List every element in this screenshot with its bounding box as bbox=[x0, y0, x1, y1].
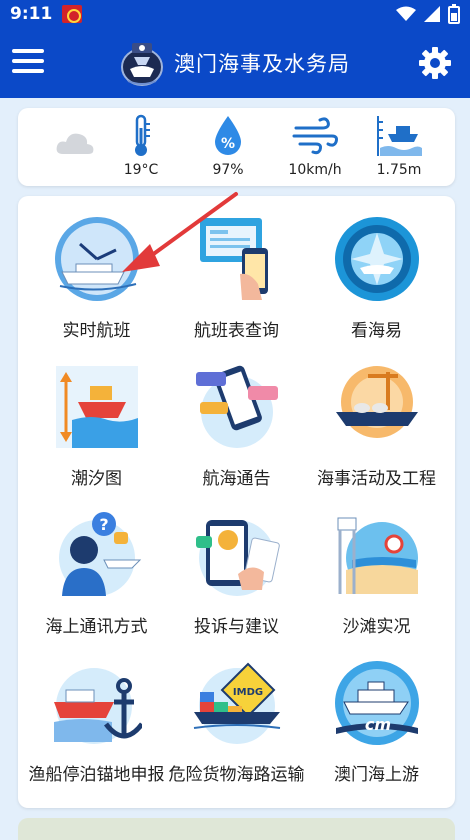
construction-vessel-icon bbox=[335, 366, 418, 438]
tile-label: 投诉与建议 bbox=[194, 617, 279, 637]
weather-tide: 1.75m bbox=[364, 114, 434, 178]
tile-label: 澳门海上游 bbox=[334, 765, 419, 785]
svg-text:%: % bbox=[221, 136, 235, 152]
tile-label: 航班表查询 bbox=[194, 321, 279, 341]
weather-humidity: % 97% bbox=[193, 114, 263, 178]
camera-lens-icon bbox=[334, 217, 419, 301]
tile-nav-notice[interactable]: 航海通告 bbox=[164, 362, 309, 490]
imdg-badge-text: IMDG bbox=[232, 687, 262, 698]
weather-wind: 10km/h bbox=[280, 114, 350, 178]
weather-card: 19°C % 97% 10km/h 1.75m bbox=[18, 108, 455, 186]
humidity-value: 97% bbox=[212, 162, 244, 178]
tile-sea-view[interactable]: 看海易 bbox=[304, 214, 449, 342]
notice-phone-icon bbox=[195, 365, 278, 448]
weather-cloud bbox=[40, 130, 110, 156]
tile-beach-status[interactable]: 沙滩实况 bbox=[304, 510, 449, 638]
tile-macau-sea-tour[interactable]: cm 澳门海上游 bbox=[304, 658, 449, 786]
menu-button[interactable] bbox=[12, 45, 46, 79]
tile-label: 潮汐图 bbox=[71, 469, 122, 489]
tile-label: 海事活动及工程 bbox=[317, 469, 436, 489]
wind-icon bbox=[292, 117, 338, 155]
cm-logo-text: cm bbox=[364, 715, 390, 734]
feature-grid: 实时航班 航班表查询 看海易 潮汐图 航海通告 海事活动及工程 ? 海上通讯方式… bbox=[18, 196, 455, 808]
notification-app-icon bbox=[62, 5, 83, 23]
tour-boat-icon: cm bbox=[334, 661, 419, 745]
tile-label: 危险货物海路运输 bbox=[168, 765, 305, 785]
svg-text:?: ? bbox=[99, 515, 108, 534]
thermometer-icon bbox=[135, 114, 150, 156]
wind-value: 10km/h bbox=[288, 162, 342, 178]
status-bar: 9:11 bbox=[0, 0, 470, 28]
tile-dangerous-goods[interactable]: IMDG 危险货物海路运输 bbox=[164, 658, 309, 786]
tile-label: 渔船停泊锚地申报 bbox=[28, 765, 165, 785]
schedule-phone-icon bbox=[199, 218, 268, 300]
fishing-boat-anchor-icon bbox=[53, 668, 144, 744]
weather-temperature: 19°C bbox=[106, 114, 176, 178]
tile-label: 看海易 bbox=[351, 321, 402, 341]
tile-label: 沙滩实况 bbox=[342, 617, 411, 637]
marine-bureau-logo bbox=[121, 43, 163, 86]
ferry-clock-icon bbox=[54, 217, 139, 301]
cloud-icon bbox=[56, 133, 94, 154]
wifi-icon bbox=[396, 6, 416, 21]
app-title: 澳门海事及水务局 bbox=[174, 52, 350, 76]
status-time: 9:11 bbox=[10, 4, 53, 24]
app-bar: 澳门海事及水务局 bbox=[0, 28, 470, 98]
settings-gear-icon[interactable] bbox=[418, 46, 452, 80]
tide-value: 1.75m bbox=[376, 162, 422, 178]
signal-icon bbox=[424, 6, 440, 22]
tile-anchorage-declaration[interactable]: 渔船停泊锚地申报 bbox=[24, 658, 169, 786]
operator-headset-icon: ? bbox=[58, 512, 141, 596]
cargo-ship-imdg-icon: IMDG bbox=[193, 662, 280, 744]
beach-lifeguard-icon bbox=[337, 517, 418, 594]
status-icons bbox=[396, 4, 460, 24]
feedback-phone-icon bbox=[195, 520, 280, 596]
tile-label: 实时航班 bbox=[62, 321, 131, 341]
tile-tide-chart[interactable]: 潮汐图 bbox=[24, 362, 169, 490]
tile-schedule-search[interactable]: 航班表查询 bbox=[164, 214, 309, 342]
humidity-icon: % bbox=[215, 116, 241, 155]
tile-marine-comms[interactable]: ? 海上通讯方式 bbox=[24, 510, 169, 638]
map-banner-strip[interactable] bbox=[18, 818, 455, 840]
tile-label: 海上通讯方式 bbox=[45, 617, 148, 637]
tide-icon bbox=[377, 116, 422, 156]
battery-icon bbox=[448, 4, 460, 24]
tile-complaints[interactable]: 投诉与建议 bbox=[164, 510, 309, 638]
tile-maritime-works[interactable]: 海事活动及工程 bbox=[304, 362, 449, 490]
tide-ship-icon bbox=[55, 366, 138, 448]
temperature-value: 19°C bbox=[123, 162, 159, 178]
tile-realtime-flights[interactable]: 实时航班 bbox=[24, 214, 169, 342]
tile-label: 航海通告 bbox=[202, 469, 271, 489]
